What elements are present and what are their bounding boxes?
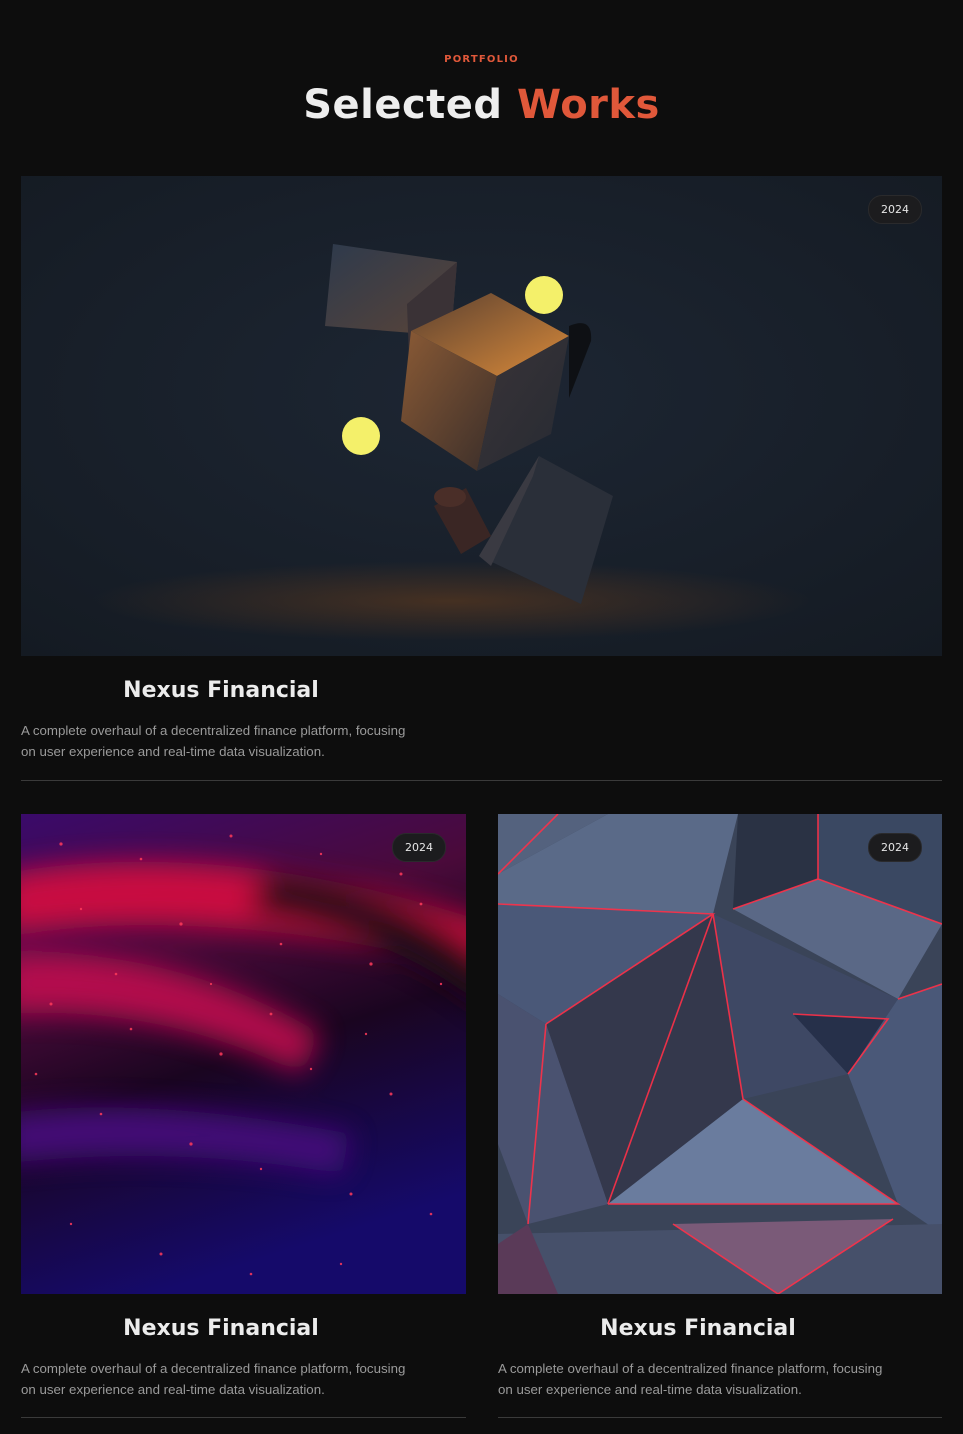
project-description-line: A complete overhaul of a decentralized f… — [498, 1361, 883, 1376]
section-title-accent: Works — [517, 82, 660, 128]
project-description-line: on user experience and real-time data vi… — [21, 743, 325, 759]
neon-pyramids-image — [498, 814, 942, 1294]
divider — [21, 1417, 466, 1418]
divider — [21, 780, 942, 781]
project-description-line: on user experience and real-time data vi… — [21, 1381, 325, 1397]
floating-cubes-image — [21, 176, 942, 656]
project-card[interactable]: 2024 Nexus Financial A complete overhaul… — [498, 814, 942, 1419]
red-particles-image — [21, 814, 466, 1294]
project-title[interactable]: Nexus Financial — [21, 678, 421, 703]
year-badge: 2024 — [868, 833, 922, 862]
section-title-main: Selected — [303, 82, 503, 128]
section-title: Selected Works — [0, 80, 963, 130]
project-description: A complete overhaul of a decentralized f… — [21, 1359, 441, 1400]
project-card[interactable]: 2024 Nexus Financial A complete overhaul… — [21, 176, 942, 782]
project-title[interactable]: Nexus Financial — [498, 1316, 898, 1341]
project-image[interactable]: 2024 — [21, 176, 942, 656]
project-description: A complete overhaul of a decentralized f… — [21, 721, 441, 762]
year-badge: 2024 — [392, 833, 446, 862]
project-description-line: on user experience and real-time data vi… — [498, 1381, 802, 1397]
section-eyebrow: PORTFOLIO — [444, 54, 519, 65]
project-description-line: A complete overhaul of a decentralized f… — [21, 723, 406, 738]
project-description-line: A complete overhaul of a decentralized f… — [21, 1361, 406, 1376]
project-description: A complete overhaul of a decentralized f… — [498, 1359, 918, 1400]
divider — [498, 1417, 942, 1418]
project-image[interactable]: 2024 — [498, 814, 942, 1294]
project-card[interactable]: 2024 Nexus Financial A complete overhaul… — [21, 814, 466, 1419]
project-image[interactable]: 2024 — [21, 814, 466, 1294]
year-badge: 2024 — [868, 195, 922, 224]
project-title[interactable]: Nexus Financial — [21, 1316, 421, 1341]
